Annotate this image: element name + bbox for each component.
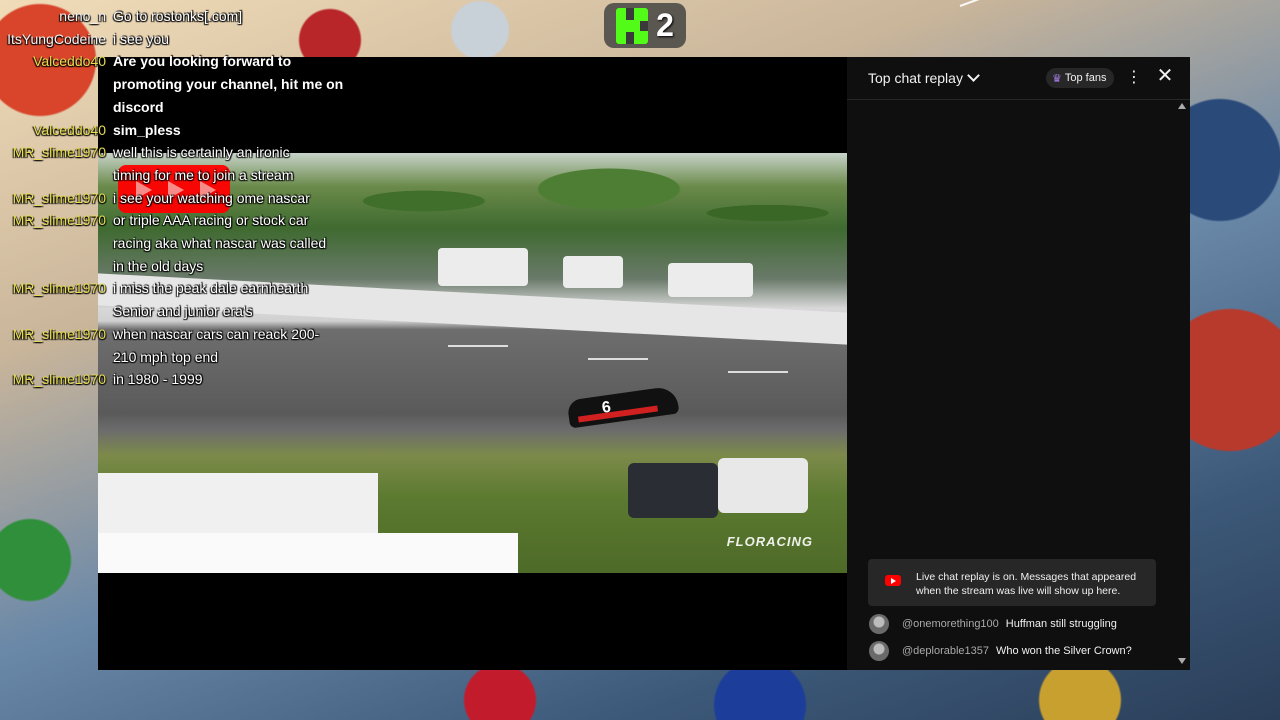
overlay-chat-text: Go to rostonks[.com] <box>113 8 243 24</box>
overlay-chat-text: timing for me to join a stream <box>113 166 294 183</box>
chevron-down-icon <box>967 69 980 82</box>
scroll-down-arrow-icon[interactable] <box>1178 658 1186 664</box>
avatar[interactable] <box>869 641 889 661</box>
overlay-chat-text: discord <box>113 98 164 115</box>
overlay-chat-text: Are you looking forward to <box>113 53 292 70</box>
overlay-chat-username: Valceddo40 <box>33 53 106 70</box>
overlay-chat-username: MR_slime1970 <box>12 212 106 229</box>
live-chat-panel: Top chat replay ♛ Top fans ⋮ ✕ Live chat… <box>847 57 1190 670</box>
crown-icon: ♛ <box>1052 72 1062 85</box>
chat-text: Who won the Silver Crown? <box>996 645 1132 657</box>
overlay-chat-text: or triple AAA racing or stock car <box>113 212 309 229</box>
overlay-chat-text: promoting your channel, hit me on <box>113 76 344 93</box>
kick-logo-icon <box>616 7 649 44</box>
chat-author[interactable]: @deplorable1357 <box>902 645 989 657</box>
chat-header: Top chat replay ♛ Top fans ⋮ ✕ <box>847 57 1190 100</box>
overlay-chat-username: MR_slime1970 <box>12 325 106 342</box>
scroll-up-arrow-icon[interactable] <box>1178 103 1186 109</box>
youtube-icon <box>885 575 901 586</box>
top-fans-button[interactable]: ♛ Top fans <box>1046 68 1115 88</box>
video-trailer <box>98 533 518 573</box>
overlay-chat-username: MR_slime1970 <box>12 144 106 161</box>
video-rv <box>668 263 753 297</box>
track-line <box>448 345 508 347</box>
overlay-chat-text: Senior and junior era's <box>113 303 253 320</box>
overlay-chat-text: when nascar cars can reack 200- <box>113 325 320 342</box>
chat-text: Huffman still struggling <box>1005 618 1117 630</box>
video-watermark: FLORACING <box>726 534 813 549</box>
chat-message[interactable]: @deplorable1357 Who won the Silver Crown… <box>869 640 1132 662</box>
avatar[interactable] <box>869 614 889 634</box>
video-truck <box>628 463 718 518</box>
background-streak <box>959 0 1111 7</box>
overlay-chat-username: Valceddo40 <box>33 121 106 138</box>
video-rv <box>563 256 623 288</box>
chat-message[interactable]: @onemorething100 Huffman still strugglin… <box>869 613 1117 635</box>
overlay-chat-text: 210 mph top end <box>113 348 219 365</box>
video-trees <box>318 153 847 273</box>
video-truck <box>718 458 808 513</box>
overlay-chat-username: MR_slime1970 <box>12 280 106 297</box>
overlay-chat-username: MR_slime1970 <box>12 371 106 388</box>
overlay-chat-text: i miss the peak dale earnhearth <box>113 280 309 297</box>
overlay-chat-username: MR_slime1970 <box>12 189 106 206</box>
track-line <box>728 371 788 373</box>
chat-mode-label: Top chat replay <box>868 70 963 86</box>
overlay-chat-text: i see you <box>113 30 170 47</box>
chat-mode-dropdown[interactable]: Top chat replay <box>868 69 980 86</box>
overlay-chat-username: ItsYungCodeine <box>7 30 106 47</box>
kick-viewer-badge: 2 <box>604 3 686 48</box>
overlay-chat-text: well this is certainly an ironic <box>113 144 290 161</box>
more-options-icon[interactable]: ⋮ <box>1126 69 1142 87</box>
close-icon[interactable]: ✕ <box>1156 66 1174 86</box>
track-line <box>588 358 648 360</box>
chat-replay-notice: Live chat replay is on. Messages that ap… <box>868 559 1156 606</box>
video-race-car <box>566 385 680 429</box>
overlay-chat-text: sim_pless <box>113 121 181 138</box>
overlay-chat-text: in the old days <box>113 257 204 274</box>
overlay-chat-username: neno_n <box>59 8 106 24</box>
kick-viewer-count: 2 <box>656 7 674 43</box>
overlay-chat-text: in 1980 - 1999 <box>113 371 203 388</box>
top-fans-label: Top fans <box>1064 72 1107 84</box>
notice-text: Live chat replay is on. Messages that ap… <box>916 571 1137 597</box>
overlay-chat-text: i see your watching ome nascar <box>113 189 310 206</box>
overlay-chat-text: racing aka what nascar was called <box>113 235 327 251</box>
chat-author[interactable]: @onemorething100 <box>902 618 999 630</box>
video-rv <box>438 248 528 286</box>
